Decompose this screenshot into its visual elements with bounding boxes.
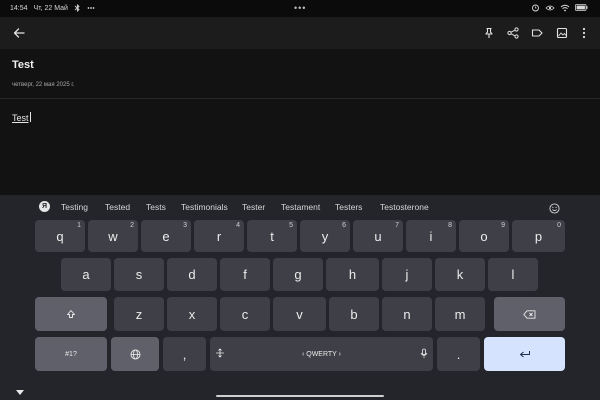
key-d[interactable]: d: [167, 258, 217, 291]
suggestion-item[interactable]: Testimonials: [181, 202, 228, 212]
key-b[interactable]: b: [329, 297, 379, 331]
key-o[interactable]: o9: [459, 220, 509, 252]
space-key[interactable]: ‹ QWERTY ›: [210, 337, 433, 371]
suggestion-item[interactable]: Tested: [105, 202, 130, 212]
emoji-icon[interactable]: [549, 201, 560, 219]
suggestion-strip: Я Testing Tested Tests Testimonials Test…: [0, 195, 600, 217]
key-f[interactable]: f: [220, 258, 270, 291]
cursor-move-icon: [215, 348, 225, 358]
suggestion-item[interactable]: Testament: [281, 202, 320, 212]
hide-keyboard-icon[interactable]: [15, 383, 25, 400]
suggestion-item[interactable]: Testing: [61, 202, 88, 212]
key-n[interactable]: n: [382, 297, 432, 331]
key-l[interactable]: l: [488, 258, 538, 291]
yandex-logo-icon[interactable]: Я: [39, 201, 50, 212]
eye-icon: [545, 4, 555, 12]
backspace-key[interactable]: [494, 297, 565, 331]
key-y[interactable]: y6: [300, 220, 350, 252]
enter-key[interactable]: [484, 337, 565, 371]
key-m[interactable]: m: [435, 297, 485, 331]
pin-button[interactable]: [481, 25, 497, 41]
suggestion-item[interactable]: Testers: [335, 202, 362, 212]
symbols-key[interactable]: #1?: [35, 337, 107, 371]
key-u[interactable]: u7: [353, 220, 403, 252]
note-date: четверг, 22 мая 2025 г.: [12, 82, 75, 88]
key-a[interactable]: a: [61, 258, 111, 291]
comma-key[interactable]: ,: [163, 337, 206, 371]
text-cursor: [29, 112, 31, 122]
key-q[interactable]: q1: [35, 220, 85, 252]
on-screen-keyboard: Я Testing Tested Tests Testimonials Test…: [0, 195, 600, 400]
note-editor: Test четверг, 22 мая 2025 г. Test: [0, 49, 600, 195]
back-button[interactable]: [11, 25, 27, 41]
key-j[interactable]: j: [382, 258, 432, 291]
key-x[interactable]: x: [167, 297, 217, 331]
bluetooth-icon: [74, 4, 81, 12]
key-i[interactable]: i8: [406, 220, 456, 252]
key-r[interactable]: r4: [194, 220, 244, 252]
pin-icon: [483, 27, 495, 39]
note-divider: [0, 98, 600, 99]
microphone-icon: [420, 348, 428, 359]
back-arrow-icon: [13, 27, 25, 39]
key-c[interactable]: c: [220, 297, 270, 331]
label-button[interactable]: [529, 25, 545, 41]
more-vert-icon: [582, 27, 586, 39]
status-time: 14:54: [10, 4, 28, 12]
key-k[interactable]: k: [435, 258, 485, 291]
label-icon: [531, 27, 543, 39]
backspace-icon: [523, 309, 536, 319]
status-date: Чт, 22 Май: [33, 4, 68, 12]
note-title[interactable]: Test: [12, 59, 34, 71]
key-s[interactable]: s: [114, 258, 164, 291]
shift-key[interactable]: [35, 297, 107, 331]
share-icon: [507, 27, 519, 39]
key-z[interactable]: z: [114, 297, 164, 331]
language-key[interactable]: [111, 337, 159, 371]
image-icon: [556, 27, 568, 39]
wifi-icon: [560, 4, 570, 12]
battery-icon: [575, 4, 588, 11]
suggestion-item[interactable]: Testosterone: [380, 202, 429, 212]
key-t[interactable]: t5: [247, 220, 297, 252]
key-e[interactable]: e3: [141, 220, 191, 252]
image-button[interactable]: [554, 25, 570, 41]
key-v[interactable]: v: [273, 297, 326, 331]
key-w[interactable]: w2: [88, 220, 138, 252]
enter-icon: [519, 350, 531, 359]
shift-icon: [66, 309, 76, 319]
key-g[interactable]: g: [273, 258, 323, 291]
more-options-button[interactable]: [576, 25, 592, 41]
app-toolbar: [0, 17, 600, 49]
globe-icon: [130, 349, 141, 360]
note-body-field[interactable]: Test: [12, 108, 31, 126]
alarm-icon: [531, 3, 540, 12]
note-body: Test: [12, 113, 29, 123]
status-overflow: •••: [294, 3, 307, 13]
suggestion-item[interactable]: Tests: [146, 202, 166, 212]
key-h[interactable]: h: [326, 258, 379, 291]
more-dots-icon: [87, 4, 95, 12]
share-button[interactable]: [505, 25, 521, 41]
gesture-navigation-bar[interactable]: [216, 395, 384, 397]
period-key[interactable]: .: [437, 337, 480, 371]
status-bar: 14:54 Чт, 22 Май •••: [0, 0, 600, 17]
suggestion-item[interactable]: Tester: [242, 202, 265, 212]
space-label: ‹ QWERTY ›: [301, 350, 342, 358]
key-p[interactable]: p0: [512, 220, 565, 252]
